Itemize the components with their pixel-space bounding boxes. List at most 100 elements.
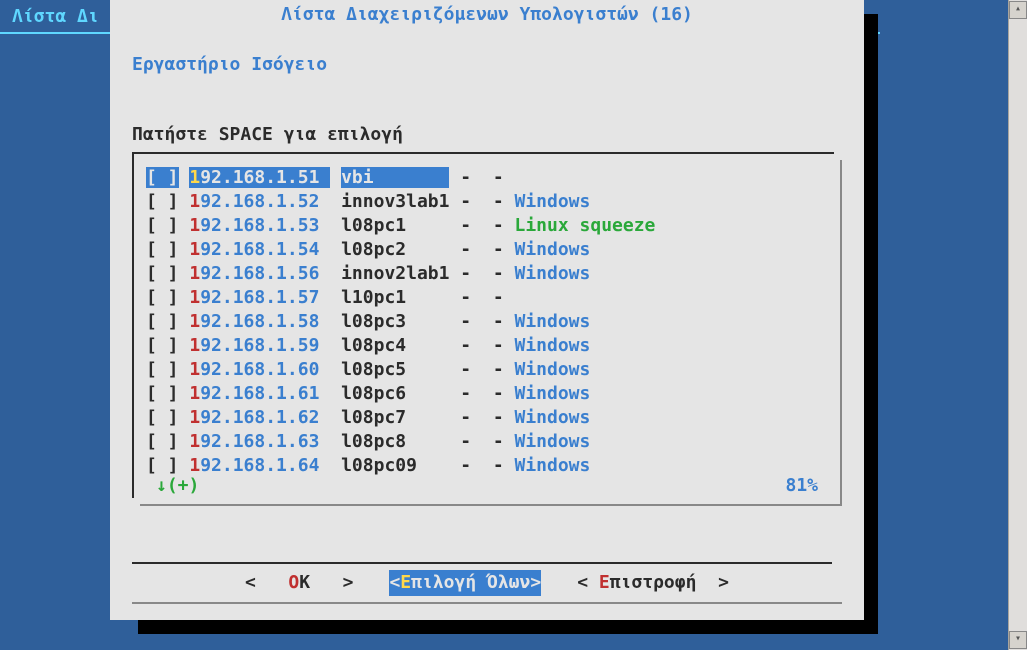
host-name: l08pc6	[341, 383, 449, 404]
more-indicator: ↓(+)	[156, 475, 199, 496]
host-name: innov3lab1	[341, 191, 449, 212]
host-name: l08pc8	[341, 431, 449, 452]
separator: - -	[449, 311, 514, 332]
ip-first-digit: 1	[189, 407, 200, 428]
os-label: Windows	[515, 359, 591, 380]
ip-address: 92.168.1.58	[200, 311, 330, 332]
host-name: l08pc1	[341, 215, 449, 236]
ip-first-digit: 1	[189, 287, 200, 308]
checkbox-icon[interactable]: [ ]	[146, 191, 179, 212]
dialog-subtitle: Εργαστήριο Ισόγειο	[132, 54, 327, 75]
os-label: Linux squeeze	[515, 215, 656, 236]
host-rows: [ ] 192.168.1.51 vbi - - [ ] 192.168.1.5…	[146, 166, 828, 478]
ip-first-digit: 1	[189, 263, 200, 284]
checkbox-icon[interactable]: [ ]	[146, 407, 179, 428]
ip-first-digit: 1	[189, 167, 200, 188]
ip-first-digit: 1	[189, 335, 200, 356]
separator: - -	[449, 455, 514, 476]
ip-first-digit: 1	[189, 431, 200, 452]
host-name: l10pc1	[341, 287, 449, 308]
list-item[interactable]: [ ] 192.168.1.59 l08pc4 - - Windows	[146, 334, 828, 358]
ip-first-digit: 1	[189, 359, 200, 380]
checkbox-icon[interactable]: [ ]	[146, 287, 179, 308]
ip-first-digit: 1	[189, 215, 200, 236]
host-name: l08pc2	[341, 239, 449, 260]
list-item[interactable]: [ ] 192.168.1.57 l10pc1 - -	[146, 286, 828, 310]
ip-address: 92.168.1.64	[200, 455, 330, 476]
ip-address: 92.168.1.51	[200, 167, 330, 188]
host-listbox[interactable]: [ ] 192.168.1.51 vbi - - [ ] 192.168.1.5…	[132, 152, 842, 506]
scroll-percent: 81%	[785, 475, 818, 496]
checkbox-icon[interactable]: [ ]	[146, 335, 179, 356]
ip-address: 92.168.1.59	[200, 335, 330, 356]
listbox-border	[840, 160, 842, 506]
ip-address: 92.168.1.62	[200, 407, 330, 428]
list-item[interactable]: [ ] 192.168.1.52 innov3lab1 - - Windows	[146, 190, 828, 214]
select-all-button[interactable]: <Επιλογή Όλων>	[389, 570, 541, 596]
dialog: Λίστα Διαχειριζόμενων Υπολογιστών (16) Ε…	[110, 0, 864, 620]
separator: - -	[449, 431, 514, 452]
list-item[interactable]: [ ] 192.168.1.62 l08pc7 - - Windows	[146, 406, 828, 430]
button-bar: < OK > <Επιλογή Όλων> < Επιστροφή >	[132, 562, 842, 604]
ip-first-digit: 1	[189, 455, 200, 476]
listbox-border	[140, 504, 842, 506]
checkbox-icon[interactable]: [ ]	[146, 311, 179, 332]
separator: - -	[449, 287, 514, 308]
ip-address: 92.168.1.52	[200, 191, 330, 212]
scroll-up-icon[interactable]: ▴	[1009, 1, 1027, 19]
os-label: Windows	[515, 455, 591, 476]
checkbox-icon[interactable]: [ ]	[146, 215, 179, 236]
os-label: Windows	[515, 239, 591, 260]
checkbox-icon[interactable]: [ ]	[146, 239, 179, 260]
scroll-down-icon[interactable]: ▾	[1009, 631, 1027, 649]
window-scrollbar[interactable]: ▴ ▾	[1008, 0, 1027, 650]
host-name: l08pc7	[341, 407, 449, 428]
back-button[interactable]: < Επιστροφή >	[577, 570, 729, 596]
host-name: vbi	[341, 167, 449, 188]
host-name: l08pc5	[341, 359, 449, 380]
list-item[interactable]: [ ] 192.168.1.60 l08pc5 - - Windows	[146, 358, 828, 382]
list-item[interactable]: [ ] 192.168.1.54 l08pc2 - - Windows	[146, 238, 828, 262]
os-label: Windows	[515, 407, 591, 428]
os-label: Windows	[515, 383, 591, 404]
listbox-footer: ↓(+) 81%	[156, 475, 818, 496]
ok-button[interactable]: < OK >	[245, 570, 353, 596]
checkbox-icon[interactable]: [ ]	[146, 383, 179, 404]
ip-first-digit: 1	[189, 191, 200, 212]
checkbox-icon[interactable]: [ ]	[146, 359, 179, 380]
list-item[interactable]: [ ] 192.168.1.56 innov2lab1 - - Windows	[146, 262, 828, 286]
ip-address: 92.168.1.63	[200, 431, 330, 452]
os-label: Windows	[515, 263, 591, 284]
desktop: Λίστα Δι Λίστα Διαχειριζόμενων Υπολογιστ…	[0, 0, 1027, 650]
host-name: l08pc09	[341, 455, 449, 476]
listbox-border	[132, 152, 834, 154]
separator: - -	[449, 335, 514, 356]
checkbox-icon[interactable]: [ ]	[146, 431, 179, 452]
list-item[interactable]: [ ] 192.168.1.58 l08pc3 - - Windows	[146, 310, 828, 334]
ip-first-digit: 1	[189, 311, 200, 332]
separator: - -	[449, 383, 514, 404]
separator: - -	[449, 359, 514, 380]
os-label: Windows	[515, 431, 591, 452]
list-item[interactable]: [ ] 192.168.1.63 l08pc8 - - Windows	[146, 430, 828, 454]
host-name: l08pc3	[341, 311, 449, 332]
checkbox-icon[interactable]: [ ]	[146, 455, 179, 476]
separator: - -	[449, 239, 514, 260]
listbox-border	[132, 152, 134, 498]
host-name: innov2lab1	[341, 263, 449, 284]
checkbox-icon[interactable]: [ ]	[146, 263, 179, 284]
ip-first-digit: 1	[189, 239, 200, 260]
separator: - -	[449, 167, 514, 188]
button-rule	[132, 562, 832, 564]
background-window-title: Λίστα Δι	[12, 6, 99, 27]
checkbox-icon[interactable]: [ ]	[146, 167, 179, 188]
list-item[interactable]: [ ] 192.168.1.61 l08pc6 - - Windows	[146, 382, 828, 406]
separator: - -	[449, 263, 514, 284]
list-item[interactable]: [ ] 192.168.1.53 l08pc1 - - Linux squeez…	[146, 214, 828, 238]
separator: - -	[449, 215, 514, 236]
list-item[interactable]: [ ] 192.168.1.51 vbi - -	[146, 166, 828, 190]
separator: - -	[449, 407, 514, 428]
ip-address: 92.168.1.56	[200, 263, 330, 284]
os-label: Windows	[515, 311, 591, 332]
os-label: Windows	[515, 191, 591, 212]
